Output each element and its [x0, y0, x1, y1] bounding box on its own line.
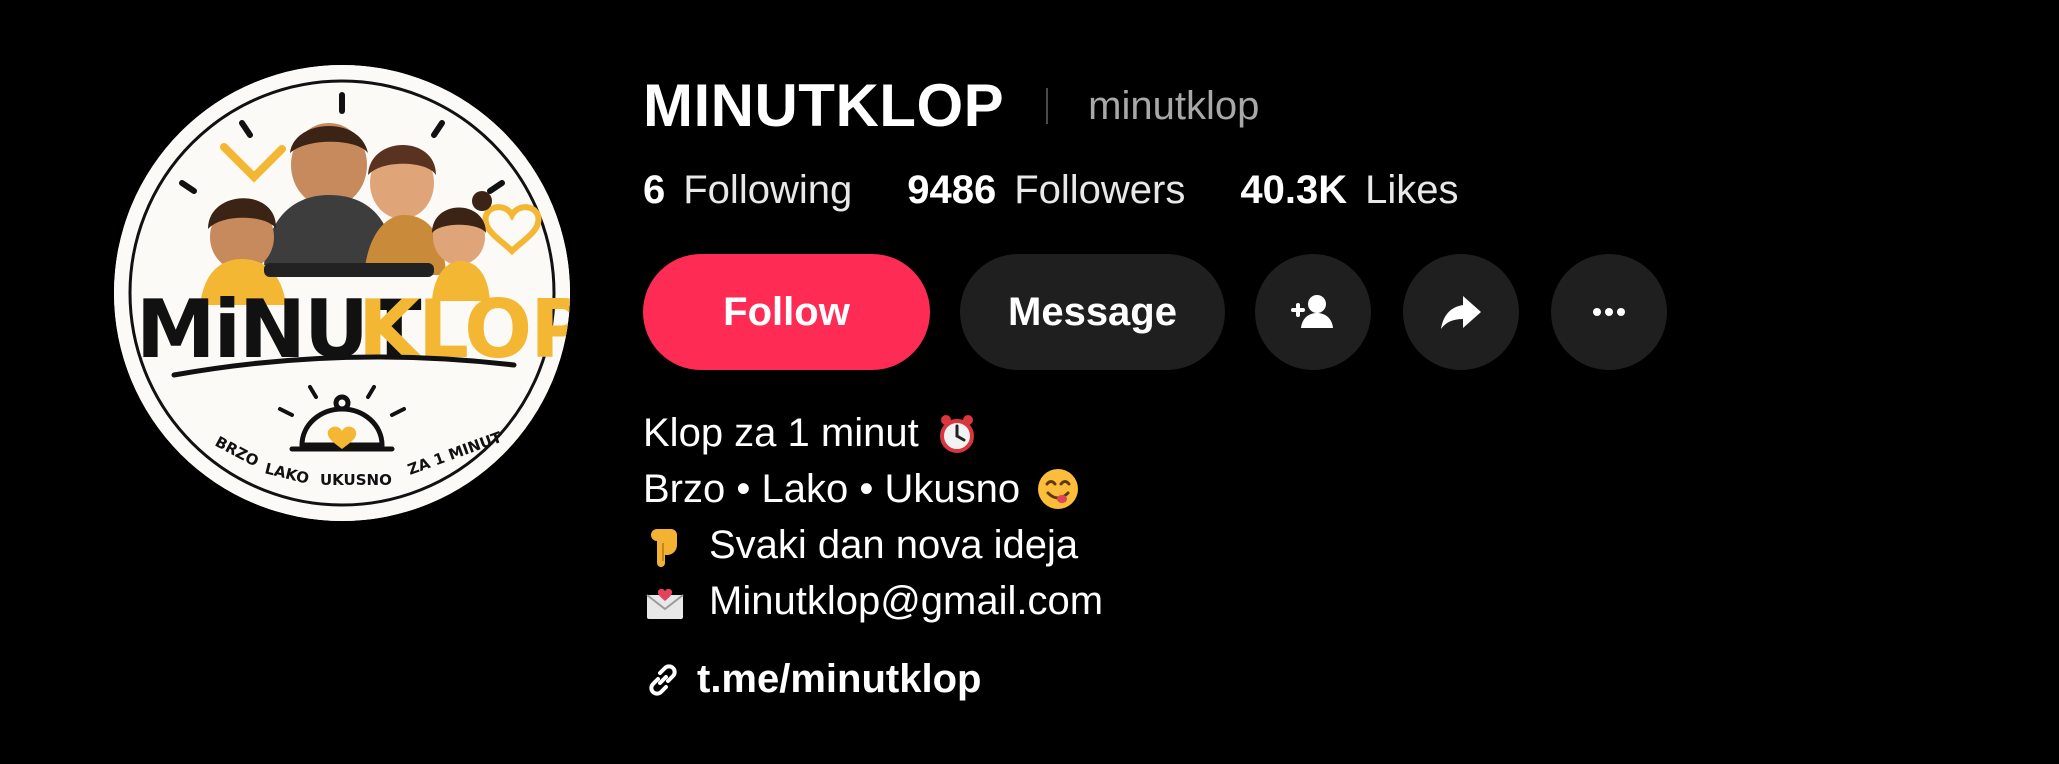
minutklop-logo: MiNUT KLOP BRZO LAKO UKUSNO ZA 1 MINUT — [114, 65, 570, 521]
following-stat[interactable]: 6 Following — [643, 164, 852, 216]
following-label: Following — [683, 168, 853, 212]
profile-bio: Klop za 1 minut Brzo • Lako • Ukusno Sva… — [643, 405, 1103, 629]
share-button[interactable] — [1403, 254, 1519, 370]
profile-info: MINUTKLOP minutklop 6 Following 9486 Fol… — [643, 0, 2023, 764]
profile-stats: 6 Following 9486 Followers 40.3K Likes — [643, 164, 1514, 216]
add-friend-icon — [1291, 295, 1333, 328]
likes-label: Likes — [1365, 168, 1459, 212]
title-divider — [1046, 88, 1049, 124]
profile-actions: Follow Message — [643, 254, 1699, 370]
message-button[interactable]: Message — [960, 254, 1225, 370]
yum-face-icon — [1038, 469, 1079, 509]
following-count: 6 — [643, 168, 666, 212]
ring-text-ukusno: UKUSNO — [320, 471, 392, 489]
more-button[interactable] — [1551, 254, 1667, 370]
likes-stat: 40.3K Likes — [1240, 164, 1458, 216]
bio-text-1: Klop za 1 minut — [643, 411, 919, 455]
link-text[interactable]: t.me/minutklop — [697, 657, 981, 702]
username: minutklop — [1088, 84, 1260, 128]
profile-link[interactable]: t.me/minutklop — [643, 657, 981, 702]
likes-count: 40.3K — [1240, 168, 1348, 212]
link-icon — [649, 663, 677, 696]
envelope-icon — [646, 588, 684, 619]
bio-line-2: Brzo • Lako • Ukusno — [643, 461, 1103, 517]
followers-count: 9486 — [907, 168, 997, 212]
display-name: MINUTKLOP — [643, 72, 1005, 139]
bio-text-2: Brzo • Lako • Ukusno — [643, 467, 1021, 511]
followers-label: Followers — [1014, 168, 1186, 212]
bio-line-4: Minutklop@gmail.com — [643, 573, 1103, 629]
share-icon — [1441, 296, 1481, 329]
alarm-clock-icon — [939, 415, 974, 453]
follow-button[interactable]: Follow — [643, 254, 930, 370]
followers-stat[interactable]: 9486 Followers — [907, 164, 1185, 216]
add-friend-button[interactable] — [1255, 254, 1371, 370]
bio-line-1: Klop za 1 minut — [643, 405, 1103, 461]
pointing-down-icon — [651, 529, 677, 567]
bio-text-3: Svaki dan nova ideja — [709, 523, 1079, 567]
profile-avatar[interactable]: MiNUT KLOP BRZO LAKO UKUSNO ZA 1 MINUT — [114, 65, 570, 521]
more-icon — [1593, 308, 1625, 316]
profile-title-row: MINUTKLOP minutklop — [643, 72, 1259, 140]
bio-line-3: Svaki dan nova ideja — [643, 517, 1103, 573]
bio-email[interactable]: Minutklop@gmail.com — [709, 573, 1103, 629]
